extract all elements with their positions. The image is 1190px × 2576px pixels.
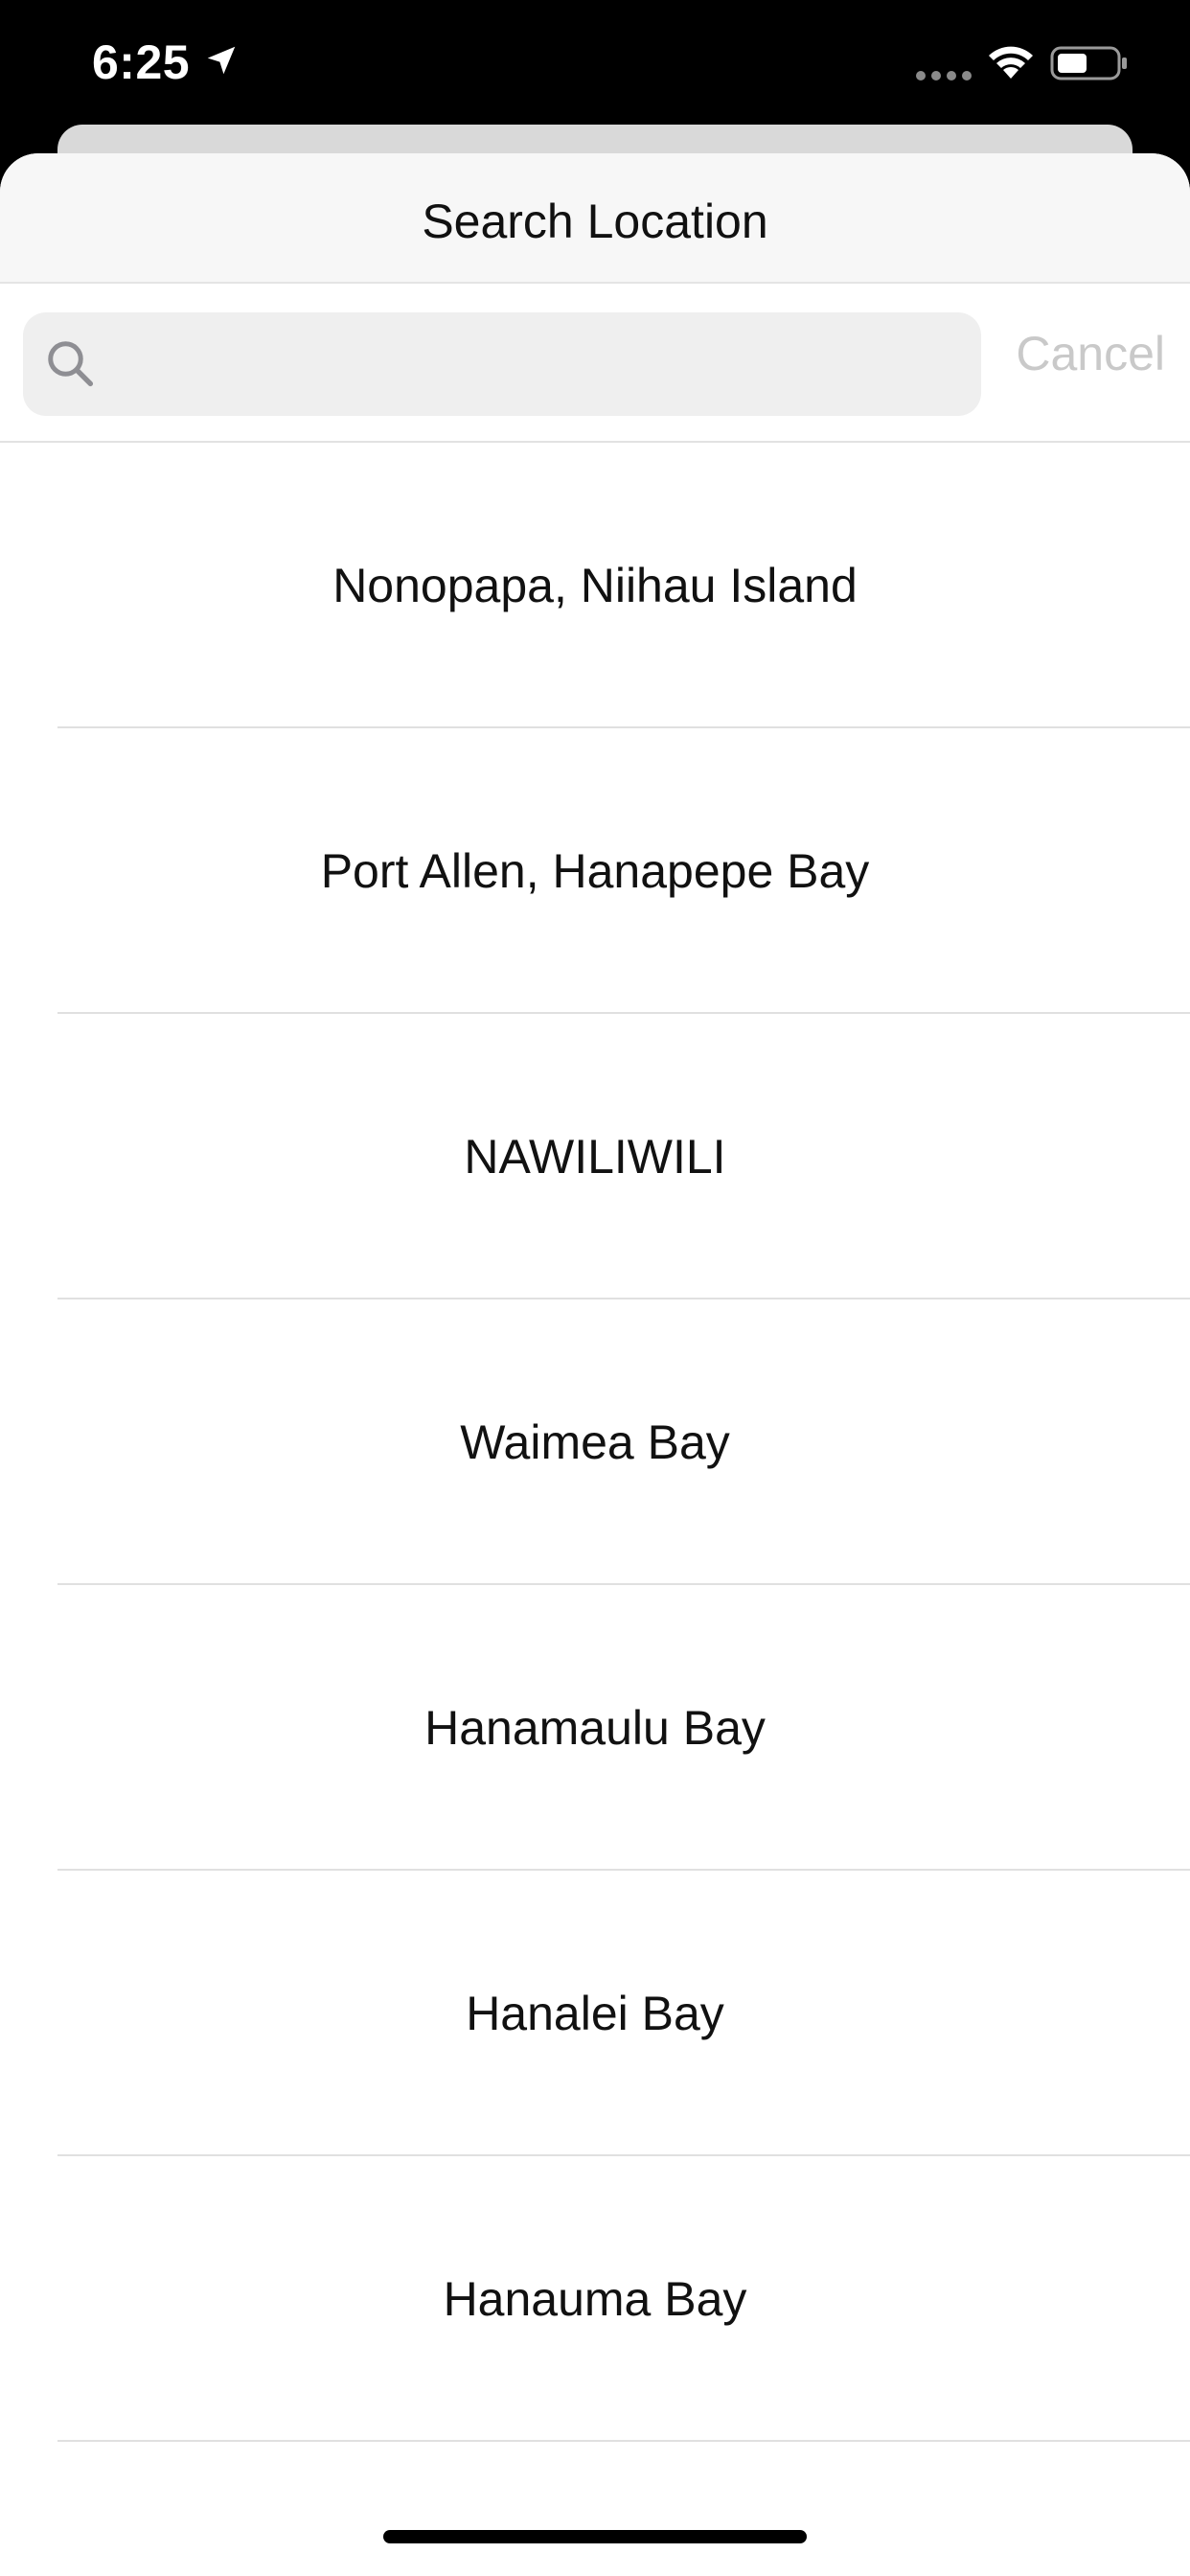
location-label: Port Allen, Hanapepe Bay bbox=[320, 844, 870, 898]
search-location-sheet: Search Location Cancel Nonopapa, Niihau … bbox=[0, 153, 1190, 2576]
location-item[interactable]: Hanalei Bay bbox=[0, 1871, 1190, 2156]
location-label: Hanalei Bay bbox=[466, 1987, 724, 2040]
location-item[interactable]: Hanamaulu Bay bbox=[0, 1585, 1190, 1871]
location-item[interactable]: Nonopapa, Niihau Island bbox=[0, 443, 1190, 728]
wifi-icon bbox=[989, 46, 1033, 79]
search-icon bbox=[48, 341, 94, 387]
status-time: 6:25 bbox=[92, 35, 191, 89]
search-bar: Cancel bbox=[0, 284, 1190, 443]
location-label: NAWILIWILI bbox=[464, 1130, 726, 1184]
location-label: Hanauma Bay bbox=[443, 2272, 747, 2326]
location-list: Nonopapa, Niihau Island Port Allen, Hana… bbox=[0, 443, 1190, 2442]
location-arrow-icon bbox=[207, 46, 236, 75]
battery-icon bbox=[1050, 46, 1127, 80]
location-item[interactable]: Port Allen, Hanapepe Bay bbox=[0, 728, 1190, 1014]
location-label: Nonopapa, Niihau Island bbox=[332, 559, 858, 612]
search-input[interactable] bbox=[115, 312, 962, 418]
home-indicator bbox=[383, 2530, 807, 2543]
location-item[interactable]: Hanauma Bay bbox=[0, 2156, 1190, 2442]
search-field[interactable] bbox=[23, 312, 981, 418]
sheet-header: Search Location bbox=[0, 153, 1190, 284]
location-item[interactable]: NAWILIWILI bbox=[0, 1014, 1190, 1300]
status-bar: 6:25 bbox=[0, 0, 1190, 125]
location-item[interactable]: Waimea Bay bbox=[0, 1300, 1190, 1585]
sheet-title: Search Location bbox=[422, 195, 768, 248]
location-label: Hanamaulu Bay bbox=[424, 1701, 766, 1755]
cellular-signal-icon bbox=[916, 71, 972, 80]
cancel-button[interactable]: Cancel bbox=[1016, 326, 1165, 381]
location-label: Waimea Bay bbox=[460, 1415, 730, 1469]
